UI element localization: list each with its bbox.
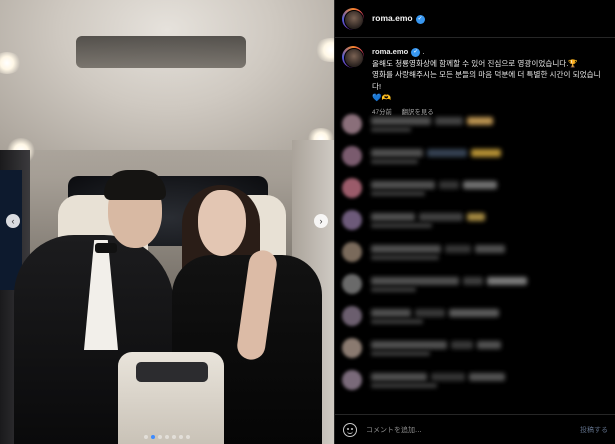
caption-username[interactable]: roma.emo [372,47,408,56]
comment-text-blur [471,149,501,157]
post-header: roma.emo ✓ [335,0,615,38]
comment-avatar[interactable] [342,370,362,390]
comment-text-blur [439,181,459,189]
carousel-dot[interactable] [186,435,190,439]
comments-list [335,108,615,396]
comment-meta-blur [371,223,432,228]
post-comment-button[interactable]: 投稿する [580,425,608,435]
comment-text-blur [475,245,505,253]
comment-meta-blur [371,127,411,132]
post-caption: roma.emo ✓ . 올해도 청룡영화상에 함께할 수 있어 진심으로 영광이… [335,38,615,118]
carousel-dot[interactable] [165,435,169,439]
comment-row [335,236,615,268]
carousel-prev-icon[interactable]: ‹ [6,214,20,228]
carousel-next-icon[interactable]: › [314,214,328,228]
comment-row [335,140,615,172]
comment-text-blur [469,373,505,381]
comment-avatar[interactable] [342,210,362,230]
instagram-post-view: ‹ › roma.emo ✓ roma.emo ✓ . 올해도 청룡영화상에 함께할… [0,0,615,444]
comment-text-blur [463,277,483,285]
carousel-dot[interactable] [172,435,176,439]
comment-avatar[interactable] [342,274,362,294]
comment-row [335,300,615,332]
comment-meta-blur [371,255,439,260]
comment-text-blur [371,181,435,189]
comment-avatar[interactable] [342,178,362,198]
comment-row [335,332,615,364]
comment-meta-blur [371,351,430,356]
verified-badge-icon: ✓ [411,47,421,57]
ceiling-vent [76,36,246,68]
comment-meta-blur [371,383,437,388]
comment-text-blur [445,245,471,253]
comment-row [335,172,615,204]
comment-text-blur [371,373,427,381]
comment-avatar[interactable] [342,242,362,262]
car-ceiling [0,0,334,150]
comment-row [335,108,615,140]
comment-avatar[interactable] [342,146,362,166]
comment-text-blur [467,213,485,221]
comment-text-blur [371,277,459,285]
comment-text-blur [463,181,497,189]
comment-meta-blur [371,287,416,292]
username-text[interactable]: roma.emo [372,13,413,23]
comment-text-blur [371,309,411,317]
comment-text-blur [419,213,463,221]
post-side-panel: roma.emo ✓ roma.emo ✓ . 올해도 청룡영화상에 함께할 수 있… [334,0,615,444]
comment-meta-blur [371,319,423,324]
comment-text-blur [371,213,415,221]
bow-tie [95,243,117,253]
verified-badge-icon: ✓ [415,14,425,24]
man-hair [104,170,166,200]
console-panel [136,362,208,382]
comment-row [335,364,615,396]
comment-row [335,268,615,300]
comment-meta-blur [371,191,425,196]
comment-text-blur [449,309,499,317]
comment-text-blur [431,373,465,381]
carousel-dot[interactable] [151,435,155,439]
carousel-dot[interactable] [158,435,162,439]
avatar[interactable] [342,7,364,30]
comment-text-blur [415,309,445,317]
caption-separator: . [422,47,425,56]
carousel-dot[interactable] [179,435,183,439]
comment-bar: 投稿する [335,414,615,444]
comment-text-blur [371,149,423,157]
comment-input[interactable] [366,425,580,434]
comment-text-blur [451,341,473,349]
comment-text-blur [371,117,431,125]
comment-avatar[interactable] [342,114,362,134]
post-photo[interactable]: ‹ › [0,0,334,444]
emoji-icon[interactable] [343,422,357,437]
comment-avatar[interactable] [342,306,362,326]
comment-text-blur [371,341,447,349]
carousel-dots [0,435,334,439]
comment-avatar[interactable] [342,338,362,358]
carousel-dot[interactable] [144,435,148,439]
comment-text-blur [477,341,501,349]
woman-face [198,190,246,256]
comment-text-blur [427,149,467,157]
comment-meta-blur [371,159,418,164]
comment-text-blur [371,245,441,253]
caption-line-1: 올해도 청룡영화상에 함께할 수 있어 진심으로 영광이었습니다.🏆 [372,58,578,68]
comment-text-blur [467,117,493,125]
avatar[interactable] [342,46,364,68]
username[interactable]: roma.emo ✓ [372,13,425,24]
comment-text-blur [487,277,527,285]
comment-row [335,204,615,236]
caption-line-2: 영화를 사랑해주시는 모든 분들의 마음 덕분에 더 특별한 시간이 되었습니다… [372,70,601,91]
comment-text-blur [435,117,463,125]
caption-emoji: 💙🫶 [372,93,391,102]
